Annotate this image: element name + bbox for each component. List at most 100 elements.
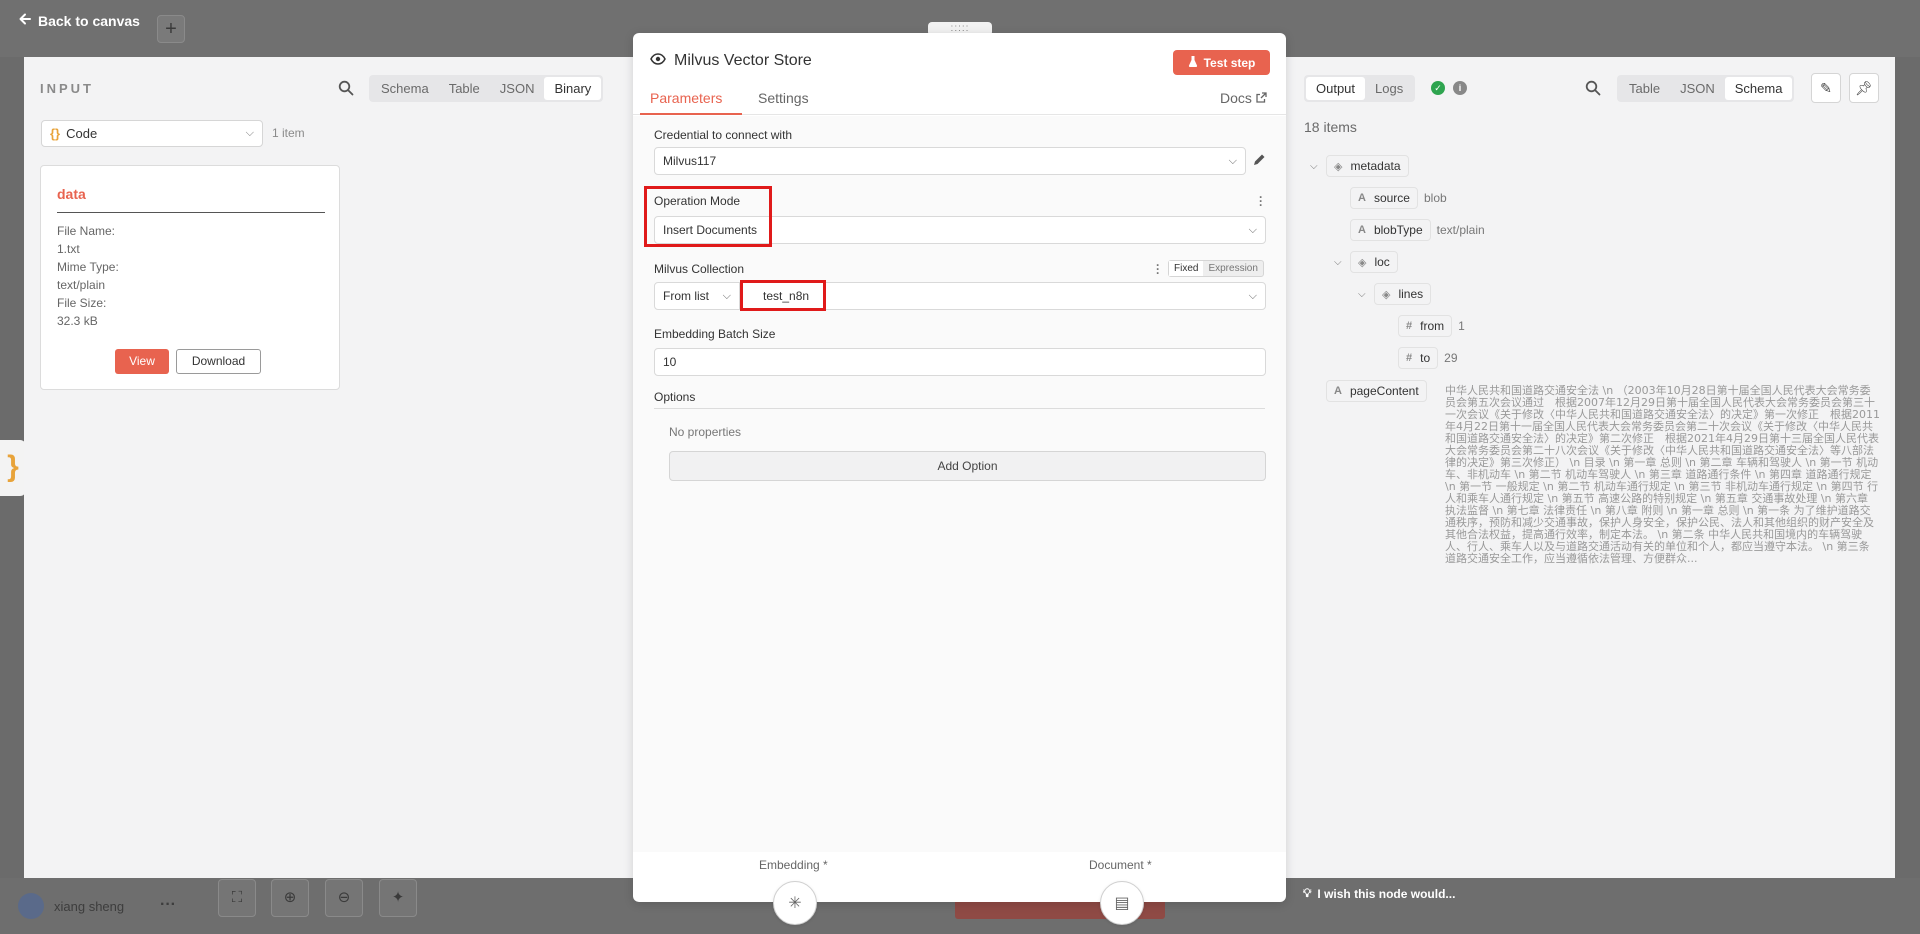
chevron-down-icon: ⌵ [1228,154,1237,167]
code-node-brace-icon[interactable]: } [0,440,26,496]
add-option-button[interactable]: Add Option [669,451,1266,481]
back-to-canvas-label: Back to canvas [38,12,140,29]
chevron-down-icon: ⌵ [245,127,254,139]
mime-type-value: text/plain [57,278,106,292]
output-items-count: 18 items [1304,119,1357,135]
schema-row-blobtype: AblobType text/plain [1350,219,1485,241]
chevron-down-icon[interactable]: ⌵ [1334,257,1344,268]
docs-link[interactable]: Docs [1220,90,1267,106]
test-step-button[interactable]: Test step [1173,50,1270,75]
schema-pill: Asource [1350,187,1418,209]
view-button[interactable]: View [115,349,169,374]
tab-parameters[interactable]: Parameters [650,90,722,106]
batch-size-value: 10 [663,355,677,369]
wish-label: I wish this node would... [1317,886,1456,901]
schema-key: lines [1398,287,1424,301]
tab-output[interactable]: Output [1306,77,1366,100]
openai-icon[interactable]: ✳ [773,881,817,925]
node-header: Milvus Vector Store [650,52,812,70]
active-tab-underline [640,113,742,115]
kebab-icon[interactable]: · · · [1259,191,1263,211]
chevron-down-icon: ⌵ [722,289,731,302]
string-type-icon: A [1358,192,1366,204]
zoom-to-fit-icon[interactable]: ⛶ [218,879,256,917]
document-connector-label: Document * [1089,858,1152,872]
credential-label: Credential to connect with [654,128,793,142]
embedding-connector-label: Embedding * [759,858,828,872]
schema-key: to [1420,351,1431,365]
input-item-count: 1 item [272,126,305,140]
highlight-box [644,186,772,247]
feedback-link[interactable]: 💡︎ I wish this node would... [1303,886,1455,901]
schema-key: metadata [1350,159,1401,173]
binary-fields: File Name: 1.txt Mime Type: text/plain F… [57,222,119,330]
collection-label: Milvus Collection [654,262,745,276]
file-name-label: File Name: [57,224,116,238]
object-icon: ◈ [1358,256,1367,269]
schema-row-lines[interactable]: ⌵ ◈ lines [1358,283,1432,305]
search-icon[interactable] [1585,80,1601,96]
tab-logs[interactable]: Logs [1365,77,1413,100]
info-icon[interactable]: i [1453,81,1467,95]
zoom-out-icon[interactable]: ⊖ [325,879,363,917]
zoom-in-icon[interactable]: ⊕ [271,879,309,917]
chevron-down-icon[interactable]: ⌵ [1310,161,1320,172]
input-node-select[interactable]: {} Code ⌵ [41,120,263,147]
tidy-up-icon[interactable]: ✦ [379,879,417,917]
search-icon[interactable] [338,80,354,96]
input-view-tabs: Schema Table JSON Binary [369,75,604,102]
collection-source-value: From list [663,289,709,303]
schema-value: blob [1423,191,1447,205]
download-button[interactable]: Download [176,349,261,374]
schema-row-metadata[interactable]: ⌵ ◈ metadata [1310,155,1409,177]
input-tab-json[interactable]: JSON [490,77,545,100]
schema-value: text/plain [1436,223,1485,237]
expression-option[interactable]: Expression [1203,261,1262,276]
add-node-button[interactable]: + [157,15,185,43]
fixed-option[interactable]: Fixed [1169,261,1204,276]
pin-icon[interactable]: 📌︎ [1849,73,1879,103]
schema-pill: ◈ metadata [1326,155,1409,177]
collection-source-select[interactable]: From list ⌵ [654,282,740,310]
divider [57,212,325,213]
external-link-icon [1256,90,1267,106]
input-tab-schema[interactable]: Schema [371,77,439,100]
credential-select[interactable]: Milvus117 ⌵ [654,147,1246,175]
edit-pencil-icon[interactable]: ✎ [1811,73,1841,103]
schema-key: blobType [1373,223,1423,237]
output-tab-table[interactable]: Table [1619,77,1670,100]
user-menu[interactable]: xiang sheng [18,893,124,919]
batch-size-label: Embedding Batch Size [654,327,776,341]
success-check-icon: ✓ [1431,81,1445,95]
highlight-box [740,280,826,311]
chevron-down-icon: ⌵ [1248,289,1257,302]
schema-key: from [1420,319,1445,333]
input-tab-table[interactable]: Table [439,77,490,100]
output-tab-json[interactable]: JSON [1670,77,1725,100]
schema-pill: ◈ loc [1350,251,1398,273]
back-to-canvas-link[interactable]: Back to canvas [18,12,140,29]
output-tab-schema[interactable]: Schema [1724,77,1793,100]
node-title[interactable]: Milvus Vector Store [674,52,812,70]
schema-key: source [1373,191,1410,205]
mime-type-label: Mime Type: [57,260,119,274]
pencil-icon[interactable] [1252,153,1266,170]
user-more-icon[interactable]: ··· [160,896,176,914]
batch-size-input[interactable]: 10 [654,348,1266,376]
input-tab-binary[interactable]: Binary [544,77,602,100]
number-type-icon: # [1406,320,1413,332]
user-name: xiang sheng [54,898,125,914]
schema-row-loc[interactable]: ⌵ ◈ loc [1334,251,1398,273]
schema-row-source: Asource blob [1350,187,1447,209]
string-type-icon: A [1334,385,1342,397]
no-properties-text: No properties [669,425,742,439]
tab-settings[interactable]: Settings [758,90,809,106]
node-tabs: Parameters Settings [633,82,1286,115]
chevron-down-icon[interactable]: ⌵ [1358,289,1368,300]
kebab-icon[interactable]: · · · [1156,259,1160,279]
schema-key: pageContent [1349,384,1419,398]
document-icon[interactable]: ▤ [1100,881,1144,925]
schema-pill: # from [1398,315,1453,337]
flask-icon [1188,55,1198,70]
page-content-value: 中华人民共和国道路交通安全法 \n （2003年10月28日第十届全国人民代表大… [1445,384,1880,565]
